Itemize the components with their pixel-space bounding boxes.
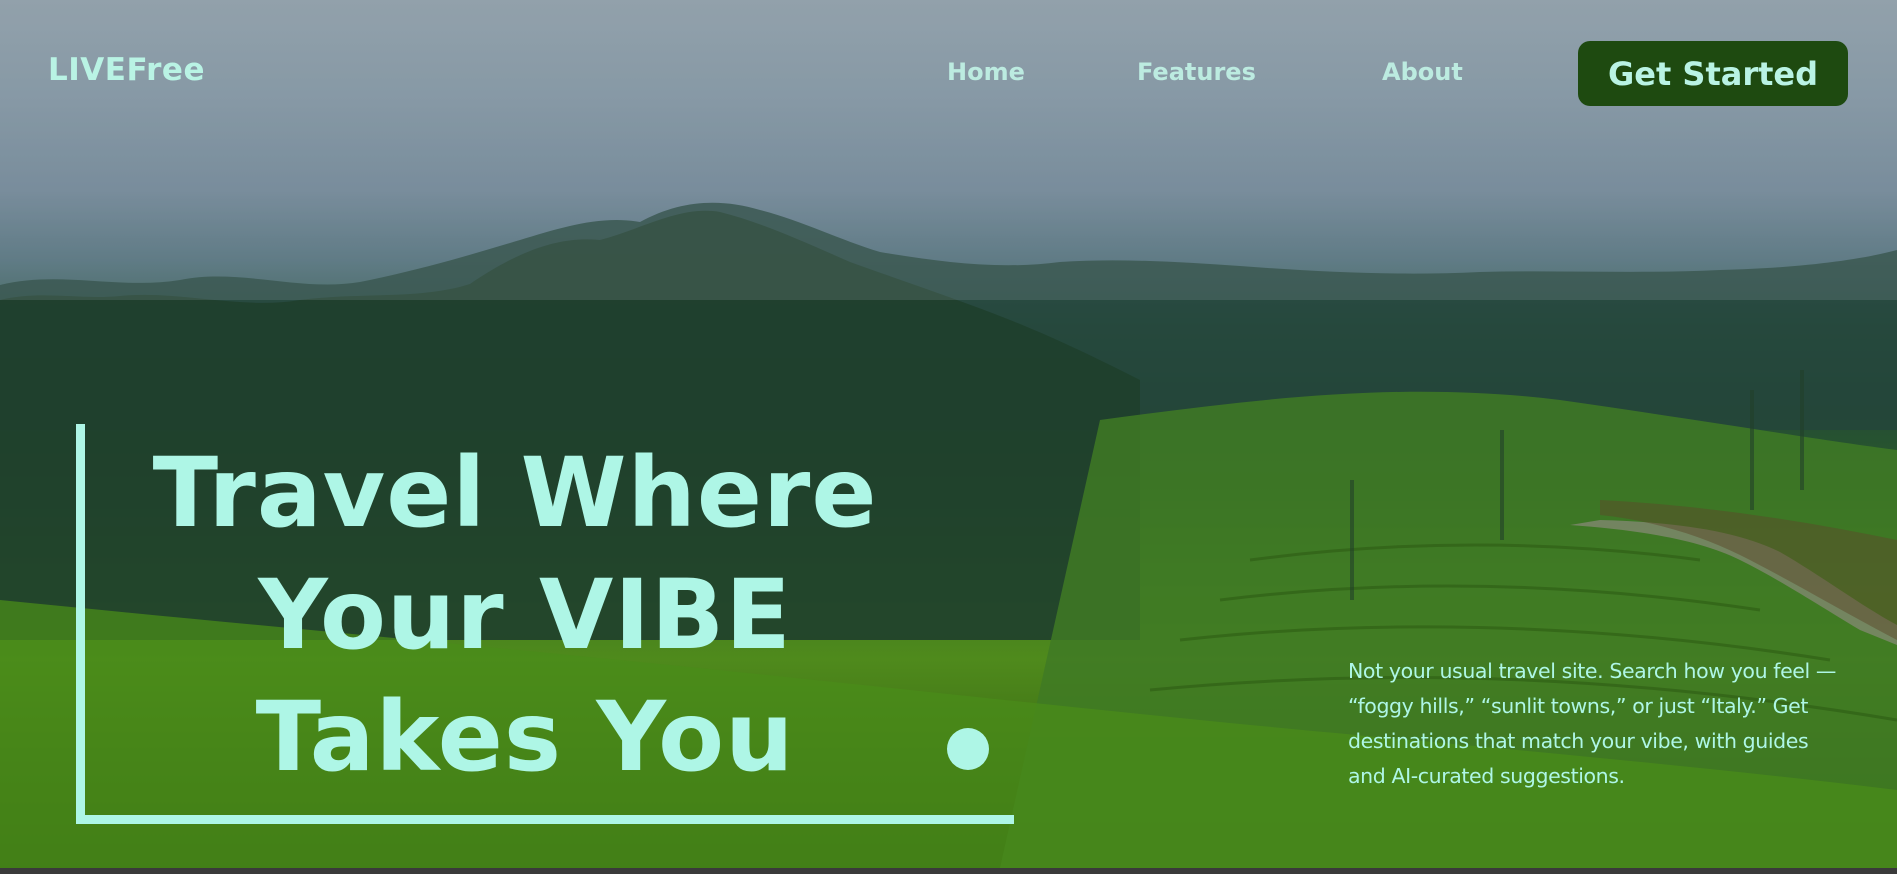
nav-link-features[interactable]: Features <box>1137 58 1256 86</box>
accent-dot <box>947 728 989 770</box>
nav-link-about[interactable]: About <box>1382 58 1463 86</box>
hero-section: LIVEFree Home Features About Get Started… <box>0 0 1897 868</box>
hero-headline: Travel Where Your VIBE Takes You <box>120 432 1020 798</box>
headline-line-3: Takes You <box>255 681 795 793</box>
headline-frame-bottom-bar <box>76 815 1014 824</box>
logo[interactable]: LIVEFree <box>48 52 205 88</box>
nav-link-home[interactable]: Home <box>947 58 1025 86</box>
hero-tagline: Not your usual travel site. Search how y… <box>1348 659 1837 788</box>
page-bottom-edge <box>0 868 1897 874</box>
get-started-button[interactable]: Get Started <box>1578 41 1848 106</box>
headline-line-1: Travel Where <box>152 437 878 549</box>
headline-line-2: Your VIBE <box>258 559 792 671</box>
